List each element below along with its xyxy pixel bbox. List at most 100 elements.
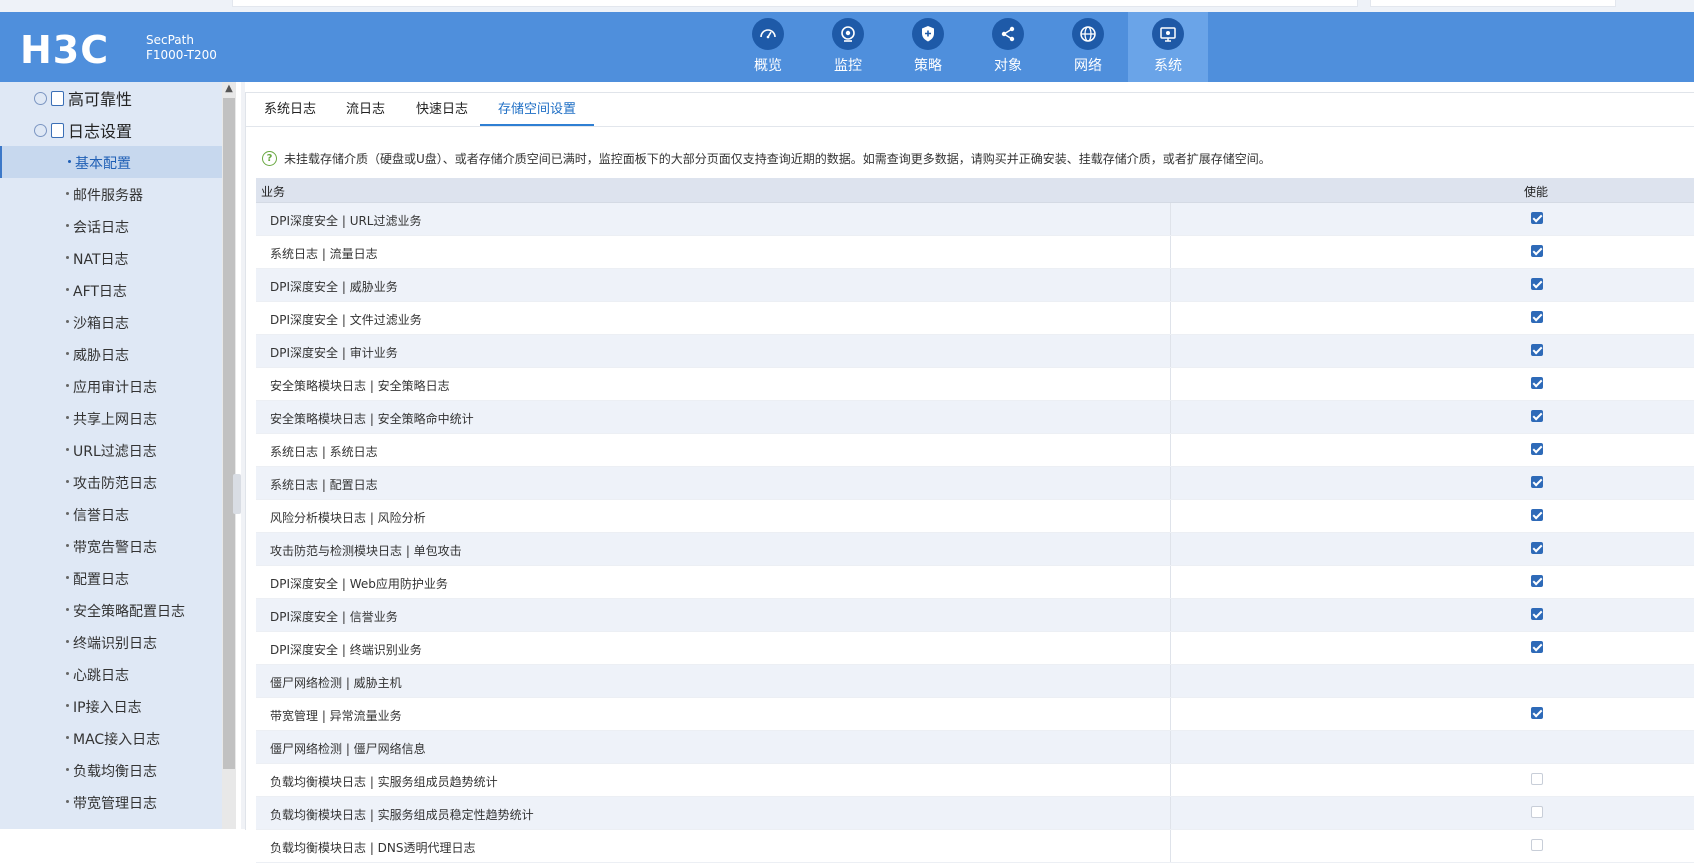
product-model: F1000-T200: [146, 48, 217, 62]
table-row: DPI深度安全 | 审计业务: [256, 335, 1694, 368]
sidebar-item-9[interactable]: URL过滤日志: [0, 434, 222, 466]
enable-checkbox[interactable]: [1531, 707, 1543, 719]
nav-label: 系统: [1154, 58, 1182, 74]
enable-checkbox[interactable]: [1531, 641, 1543, 653]
table-row: 负载均衡模块日志 | DNS透明代理日志: [256, 830, 1694, 863]
business-name: DPI深度安全 | 文件过滤业务: [270, 313, 422, 327]
business-name: 负载均衡模块日志 | DNS透明代理日志: [270, 841, 476, 855]
expand-toggle-icon[interactable]: [34, 123, 47, 137]
sidebar: 高可靠性 日志设置 基本配置 邮件服务器 会话日志 NAT日志 AFT日志 沙箱日志威胁日志应…: [0, 82, 222, 829]
log-tabs: 系统日志 流日志 快速日志 存储空间设置: [246, 93, 1694, 127]
enable-checkbox[interactable]: [1531, 476, 1543, 488]
enable-checkbox[interactable]: [1531, 806, 1543, 818]
table-row: DPI深度安全 | 文件过滤业务: [256, 302, 1694, 335]
sidebar-item-7[interactable]: 应用审计日志: [0, 370, 222, 402]
enable-checkbox[interactable]: [1531, 311, 1543, 323]
app-header: H3C SecPath F1000-T200 概览 监控 策略 对象 网络 系统: [0, 12, 1694, 82]
tab-2[interactable]: 快速日志: [398, 93, 486, 126]
column-divider: [1170, 632, 1171, 664]
enable-checkbox[interactable]: [1531, 839, 1543, 851]
tab-0[interactable]: 系统日志: [246, 93, 334, 126]
sidebar-item-8[interactable]: 共享上网日志: [0, 402, 222, 434]
sidebar-item-6[interactable]: 威胁日志: [0, 338, 222, 370]
sidebar-item-13[interactable]: 配置日志: [0, 562, 222, 594]
sidebar-item-15[interactable]: 终端识别日志: [0, 626, 222, 658]
sidebar-item-0[interactable]: 基本配置: [0, 146, 222, 178]
main-nav: 概览 监控 策略 对象 网络 系统: [728, 12, 1208, 82]
bullet-icon: [68, 160, 71, 163]
sidebar-item-1[interactable]: 邮件服务器: [0, 178, 222, 210]
bullet-icon: [66, 640, 69, 643]
sidebar-item-label: 配置日志: [73, 572, 129, 588]
sidebar-item-label: 共享上网日志: [73, 412, 157, 428]
enable-checkbox[interactable]: [1531, 575, 1543, 587]
product-series: SecPath: [146, 33, 194, 47]
sidebar-item-5[interactable]: 沙箱日志: [0, 306, 222, 338]
sidebar-item-3[interactable]: NAT日志: [0, 242, 222, 274]
storage-table: 业务 使能 DPI深度安全 | URL过滤业务 系统日志 | 流量日志 DPI深度安…: [256, 178, 1694, 863]
sidebar-item-19[interactable]: 负载均衡日志: [0, 754, 222, 786]
top-bar-field-right: [1370, 0, 1616, 7]
sidebar-item-label: 带宽管理日志: [73, 796, 157, 812]
sidebar-item-20[interactable]: 带宽管理日志: [0, 786, 222, 818]
scroll-thumb[interactable]: [223, 98, 235, 769]
business-name: 风险分析模块日志 | 风险分析: [270, 511, 426, 525]
tab-1[interactable]: 流日志: [328, 93, 403, 126]
enable-checkbox[interactable]: [1531, 377, 1543, 389]
nav-label: 策略: [914, 58, 942, 74]
sidebar-group-0[interactable]: 高可靠性: [0, 82, 222, 114]
sidebar-item-label: 心跳日志: [73, 668, 129, 684]
browser-top-strip: [0, 0, 1694, 12]
nav-item-0[interactable]: 概览: [728, 12, 808, 82]
gauge-icon: [752, 18, 784, 50]
sidebar-item-label: 威胁日志: [73, 348, 129, 364]
nav-item-5[interactable]: 系统: [1128, 12, 1208, 82]
scroll-up-arrow-icon[interactable]: ▲: [222, 82, 236, 96]
sidebar-item-16[interactable]: 心跳日志: [0, 658, 222, 690]
enable-checkbox[interactable]: [1531, 410, 1543, 422]
sidebar-item-label: 带宽告警日志: [73, 540, 157, 556]
nav-item-2[interactable]: 策略: [888, 12, 968, 82]
enable-checkbox[interactable]: [1531, 509, 1543, 521]
enable-checkbox[interactable]: [1531, 773, 1543, 785]
bullet-icon: [66, 416, 69, 419]
column-divider: [1170, 599, 1171, 631]
enable-checkbox[interactable]: [1531, 443, 1543, 455]
expand-toggle-icon[interactable]: [34, 91, 47, 105]
enable-checkbox[interactable]: [1531, 542, 1543, 554]
product-name: SecPath F1000-T200: [146, 33, 217, 63]
sidebar-item-10[interactable]: 攻击防范日志: [0, 466, 222, 498]
sidebar-item-11[interactable]: 信誉日志: [0, 498, 222, 530]
column-divider: [1170, 335, 1171, 367]
sidebar-item-18[interactable]: MAC接入日志: [0, 722, 222, 754]
storage-notice: ? 未挂载存储介质（硬盘或U盘）、或者存储介质空间已满时，监控面板下的大部分页面…: [262, 148, 1271, 168]
tab-3[interactable]: 存储空间设置: [480, 93, 595, 126]
sidebar-group-1[interactable]: 日志设置: [0, 114, 222, 146]
business-name: 僵尸网络检测 | 僵尸网络信息: [270, 742, 426, 756]
sidebar-item-label: IP接入日志: [73, 700, 142, 716]
sidebar-item-2[interactable]: 会话日志: [0, 210, 222, 242]
collapse-sidebar-handle[interactable]: [233, 474, 241, 514]
sidebar-item-label: 安全策略配置日志: [73, 604, 185, 620]
monitor-gear-icon: [1152, 18, 1184, 50]
enable-checkbox[interactable]: [1531, 608, 1543, 620]
sidebar-item-12[interactable]: 带宽告警日志: [0, 530, 222, 562]
enable-checkbox[interactable]: [1531, 344, 1543, 356]
nav-item-1[interactable]: 监控: [808, 12, 888, 82]
bullet-icon: [66, 320, 69, 323]
sidebar-item-14[interactable]: 安全策略配置日志: [0, 594, 222, 626]
enable-checkbox[interactable]: [1531, 245, 1543, 257]
business-name: 负载均衡模块日志 | 实服务组成员稳定性趋势统计: [270, 808, 534, 822]
sidebar-item-17[interactable]: IP接入日志: [0, 690, 222, 722]
globe-icon: [1072, 18, 1104, 50]
column-divider: [1170, 698, 1171, 730]
sidebar-item-4[interactable]: AFT日志: [0, 274, 222, 306]
sidebar-scrollbar[interactable]: ▲: [222, 82, 236, 829]
nav-item-4[interactable]: 网络: [1048, 12, 1128, 82]
enable-checkbox[interactable]: [1531, 278, 1543, 290]
table-row: 僵尸网络检测 | 威胁主机: [256, 665, 1694, 698]
nav-item-3[interactable]: 对象: [968, 12, 1048, 82]
bullet-icon: [66, 672, 69, 675]
enable-checkbox[interactable]: [1531, 212, 1543, 224]
column-divider: [1170, 566, 1171, 598]
